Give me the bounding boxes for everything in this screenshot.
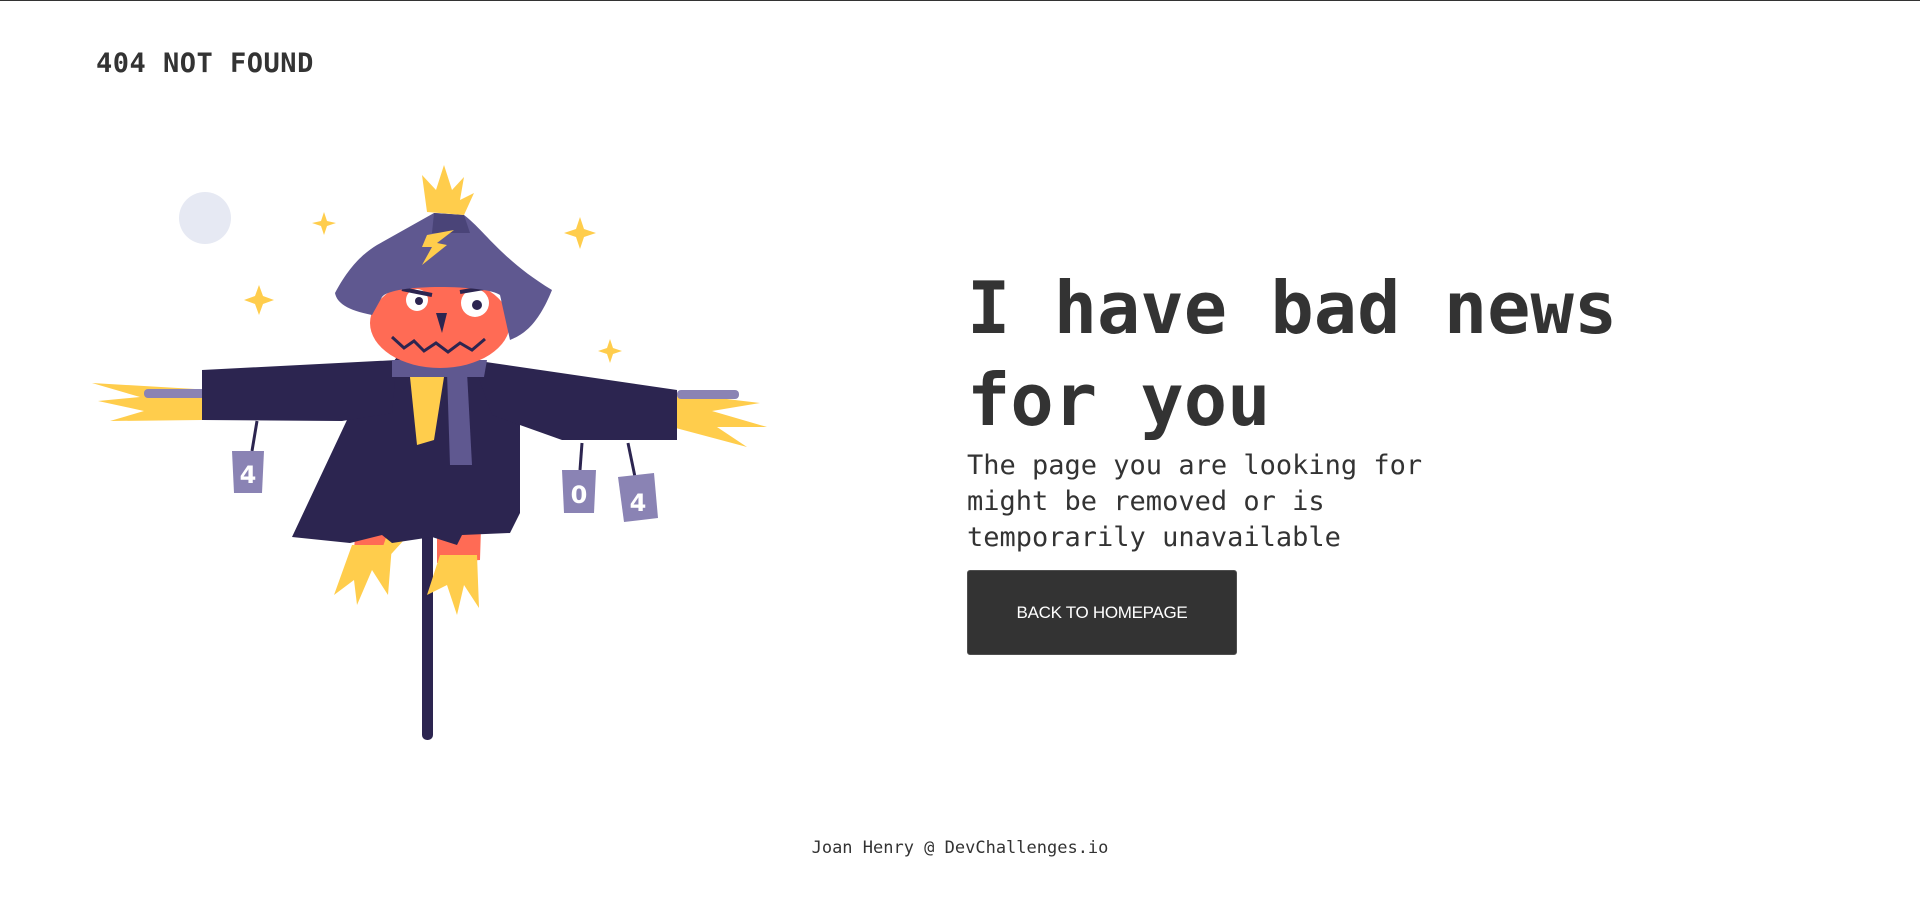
footer-credit: Joan Henry @ DevChallenges.io <box>811 838 1109 858</box>
can-4-right-icon: 4 <box>618 442 658 522</box>
moon-icon <box>179 192 231 244</box>
top-border <box>0 0 1920 1</box>
svg-text:4: 4 <box>240 461 257 489</box>
headline: I have bad news for you <box>967 266 1618 442</box>
can-0-icon: 0 <box>562 442 596 513</box>
svg-text:4: 4 <box>630 489 647 517</box>
main-content: I have bad news for you The page you are… <box>967 262 1727 655</box>
back-to-homepage-button[interactable]: BACK TO HOMEPAGE <box>967 570 1237 655</box>
svg-text:0: 0 <box>571 481 588 509</box>
scarecrow-illustration: 4 0 4 <box>92 165 792 750</box>
brand-title: 404 NOT FOUND <box>96 48 314 79</box>
can-4-left-icon: 4 <box>232 420 264 493</box>
error-message: The page you are looking for might be re… <box>967 450 1423 553</box>
